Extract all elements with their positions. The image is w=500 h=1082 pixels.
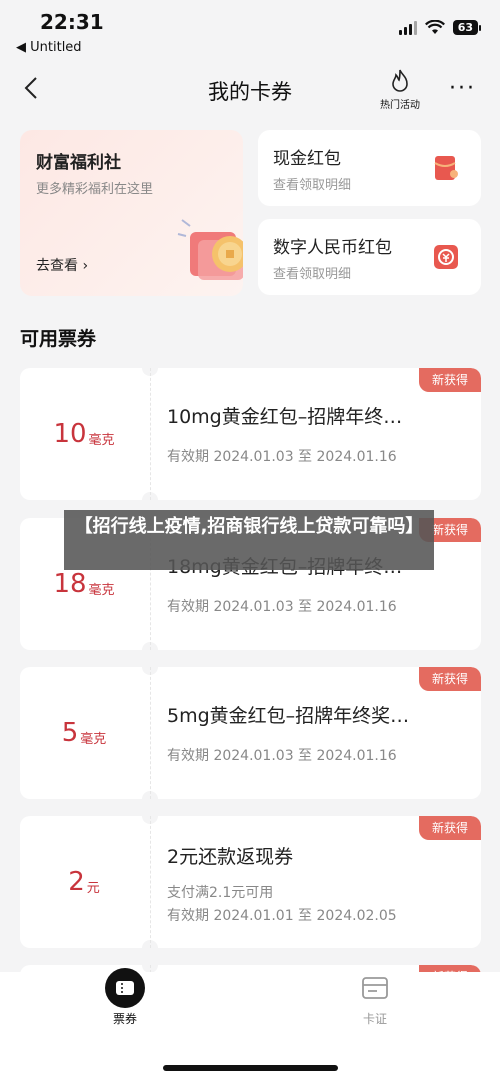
coupon-name: 10mg黄金红包–招牌年终… — [167, 406, 403, 428]
cash-red-packet-title: 现金红包 — [273, 149, 341, 169]
wealth-welfare-subtitle: 更多精彩福利在这里 — [36, 182, 154, 197]
tab-cards[interactable]: 卡证 — [335, 972, 415, 1027]
home-indicator — [163, 1065, 338, 1071]
card-icon — [362, 977, 388, 999]
back-to-app-link[interactable]: ◀ Untitled — [16, 40, 82, 55]
coupon-name: 2元还款返现券 — [167, 846, 294, 868]
coupon-condition: 支付满2.1元可用 — [167, 885, 274, 901]
coupon-card[interactable]: 2 元 2元还款返现券 支付满2.1元可用 有效期 2024.01.01 至 2… — [20, 816, 481, 948]
wealth-welfare-title: 财富福利社 — [36, 153, 121, 173]
cash-red-packet-subtitle: 查看领取明细 — [273, 178, 352, 193]
digital-currency-icon — [434, 245, 458, 269]
digital-rmb-red-packet-card[interactable]: 数字人民币红包 查看领取明细 — [258, 219, 481, 295]
coupon-amount: 2 元 — [20, 816, 148, 948]
tab-coupons[interactable]: 票券 — [85, 968, 165, 1027]
coupon-amount-value: 2 — [68, 867, 85, 897]
new-badge: 新获得 — [419, 667, 481, 691]
coupon-amount: 10 毫克 — [20, 368, 148, 500]
system-icons: 63 — [398, 20, 482, 35]
new-badge: 新获得 — [419, 816, 481, 840]
flame-icon — [392, 69, 408, 92]
coupon-card[interactable]: 10 毫克 10mg黄金红包–招牌年终… 有效期 2024.01.03 至 20… — [20, 368, 481, 500]
gift-coin-illustration — [177, 219, 243, 280]
coupon-amount: 5 毫克 — [20, 667, 148, 799]
ticket-icon — [105, 968, 145, 1008]
coupon-validity: 有效期 2024.01.03 至 2024.01.16 — [167, 748, 397, 764]
coupon-validity: 有效期 2024.01.03 至 2024.01.16 — [167, 449, 397, 465]
coupon-amount-value: 18 — [53, 569, 87, 599]
coupon-card[interactable]: 5 毫克 5mg黄金红包–招牌年终奖… 有效期 2024.01.03 至 202… — [20, 667, 481, 799]
coupon-amount-unit: 毫克 — [88, 582, 115, 598]
digital-rmb-subtitle: 查看领取明细 — [273, 267, 352, 282]
cash-red-packet-card[interactable]: 现金红包 查看领取明细 — [258, 130, 481, 206]
new-badge: 新获得 — [419, 368, 481, 392]
more-menu-icon[interactable]: ··· — [449, 76, 476, 101]
nav-bar: 我的卡券 热门活动 ··· — [0, 62, 500, 122]
coupon-validity: 有效期 2024.01.03 至 2024.01.16 — [167, 599, 397, 615]
view-more-link[interactable]: 去查看 › — [36, 255, 88, 275]
coupon-amount-unit: 毫克 — [80, 731, 107, 747]
wifi-icon — [424, 20, 445, 34]
overlay-caption-banner: 【招行线上疫情,招商银行线上贷款可靠吗】 — [64, 510, 434, 570]
tab-coupons-label: 票券 — [112, 1012, 137, 1026]
coupon-amount-unit: 毫克 — [88, 432, 115, 448]
hot-activities-button[interactable]: 热门活动 — [372, 68, 428, 111]
status-time: 22:31 — [40, 10, 104, 34]
battery-indicator: 63 — [452, 20, 482, 35]
coupon-name: 5mg黄金红包–招牌年终奖… — [167, 705, 410, 727]
coupon-amount-value: 10 — [53, 419, 87, 449]
red-envelope-icon — [434, 156, 458, 180]
coupon-amount-unit: 元 — [86, 880, 100, 896]
hot-activities-label: 热门活动 — [380, 100, 420, 111]
wealth-welfare-card[interactable]: 财富福利社 更多精彩福利在这里 去查看 › — [20, 130, 243, 296]
tab-cards-label: 卡证 — [362, 1012, 387, 1026]
coupon-amount-value: 5 — [61, 718, 79, 748]
digital-rmb-title: 数字人民币红包 — [273, 238, 392, 258]
coupon-validity: 有效期 2024.01.01 至 2024.02.05 — [167, 908, 397, 924]
signal-icon — [398, 20, 417, 35]
available-coupons-heading: 可用票券 — [20, 328, 97, 350]
status-bar: 22:31 ◀ Untitled 63 — [0, 0, 500, 62]
